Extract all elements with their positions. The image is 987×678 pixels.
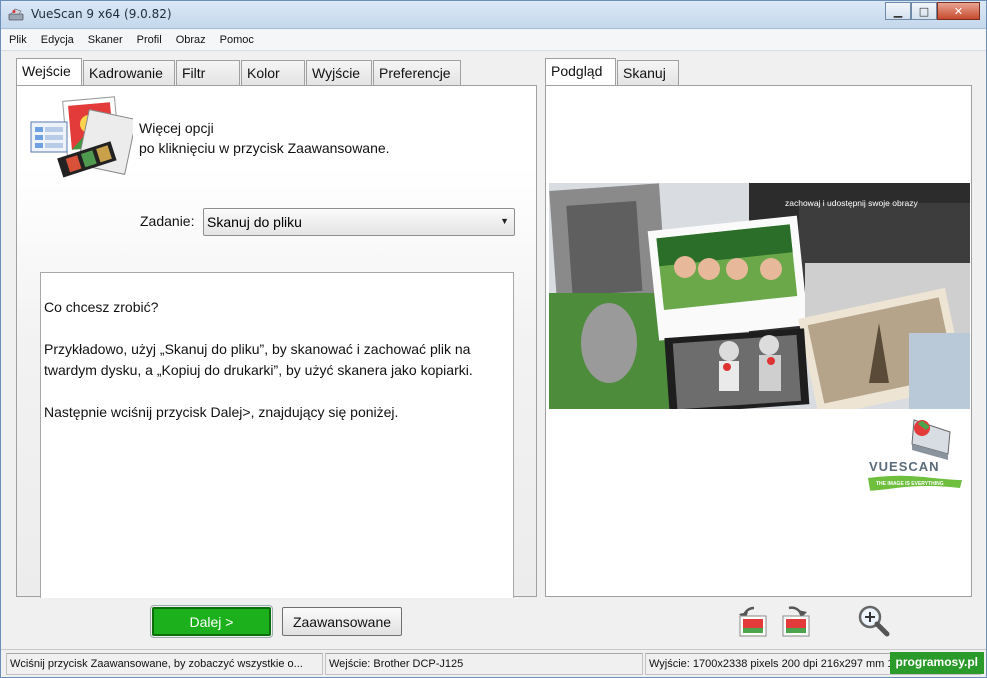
zoom-in-icon[interactable] — [856, 604, 892, 638]
menu-help[interactable]: Pomoc — [220, 34, 254, 46]
rotate-left-icon[interactable] — [736, 604, 772, 638]
right-tab-bar: Podgląd Skanuj — [545, 58, 680, 85]
app-window: VueScan 9 x64 (9.0.82) ▁ □ ✕ Plik Edycja… — [0, 0, 987, 678]
close-button[interactable]: ✕ — [937, 2, 980, 20]
minimize-button[interactable]: ▁ — [885, 2, 911, 20]
tab-filter[interactable]: Filtr — [176, 60, 240, 85]
watermark-badge: programosy.pl — [889, 652, 984, 674]
tab-preferences[interactable]: Preferencje — [373, 60, 461, 85]
hint-line-1: Więcej opcji — [139, 120, 214, 136]
status-bar: Wciśnij przycisk Zaawansowane, by zobacz… — [1, 649, 986, 677]
menu-bar: Plik Edycja Skaner Profil Obraz Pomoc — [1, 30, 986, 51]
task-dropdown-value: Skanuj do pliku — [207, 214, 302, 230]
vuescan-app-icon — [8, 8, 24, 21]
advanced-button[interactable]: Zaawansowane — [282, 607, 402, 636]
tab-input[interactable]: Wejście — [16, 58, 82, 85]
input-panel: Więcej opcji po kliknięciu w przycisk Za… — [16, 85, 537, 598]
help-paragraph-2: Przykładowo, użyj „Skanuj do pliku”, by … — [44, 341, 473, 378]
preview-collage-image: zachowaj i udostępnij swoje obrazy — [549, 183, 970, 409]
next-button[interactable]: Dalej > — [150, 605, 273, 638]
status-hint: Wciśnij przycisk Zaawansowane, by zobacz… — [6, 653, 323, 675]
help-paragraph-3: Następnie wciśnij przycisk Dalej>, znajd… — [44, 404, 399, 420]
help-text-box[interactable]: Co chcesz zrobić? Przykładowo, użyj „Ska… — [40, 272, 514, 598]
tab-preview[interactable]: Podgląd — [545, 58, 616, 85]
maximize-button[interactable]: □ — [911, 2, 937, 20]
task-label: Zadanie: — [140, 213, 195, 229]
help-paragraph-1: Co chcesz zrobić? — [44, 299, 159, 315]
preview-banner-text: zachowaj i udostępnij swoje obrazy — [785, 198, 919, 208]
tab-output[interactable]: Wyjście — [306, 60, 372, 85]
window-controls: ▁ □ ✕ — [885, 2, 980, 20]
menu-file[interactable]: Plik — [9, 34, 27, 46]
menu-edit[interactable]: Edycja — [41, 34, 74, 46]
more-options-hint: Więcej opcji po kliknięciu w przycisk Za… — [139, 118, 390, 158]
tab-crop[interactable]: Kadrowanie — [83, 60, 175, 85]
dropdown-arrow-icon: ▼ — [500, 216, 509, 226]
preview-panel: zachowaj i udostępnij swoje obrazy VUESC… — [545, 85, 972, 597]
left-tab-bar: Wejście Kadrowanie Filtr Kolor Wyjście P… — [16, 58, 462, 85]
title-bar: VueScan 9 x64 (9.0.82) ▁ □ ✕ — [1, 1, 986, 29]
menu-scanner[interactable]: Skaner — [88, 34, 123, 46]
task-dropdown[interactable]: Skanuj do pliku ▼ — [203, 208, 515, 236]
rotate-right-icon[interactable] — [777, 604, 813, 638]
hint-line-2: po kliknięciu w przycisk Zaawansowane. — [139, 140, 390, 156]
window-title: VueScan 9 x64 (9.0.82) — [31, 7, 172, 21]
logo-tagline: THE IMAGE IS EVERYTHING — [876, 481, 944, 487]
tab-color[interactable]: Kolor — [241, 60, 305, 85]
menu-profile[interactable]: Profil — [137, 34, 162, 46]
vuescan-logo-icon: VUESCAN THE IMAGE IS EVERYTHING — [868, 419, 962, 491]
logo-text: VUESCAN — [869, 459, 940, 474]
more-options-icon — [30, 96, 133, 178]
tab-scan[interactable]: Skanuj — [617, 60, 679, 85]
status-input-device: Wejście: Brother DCP-J125 — [325, 653, 643, 675]
menu-image[interactable]: Obraz — [176, 34, 206, 46]
